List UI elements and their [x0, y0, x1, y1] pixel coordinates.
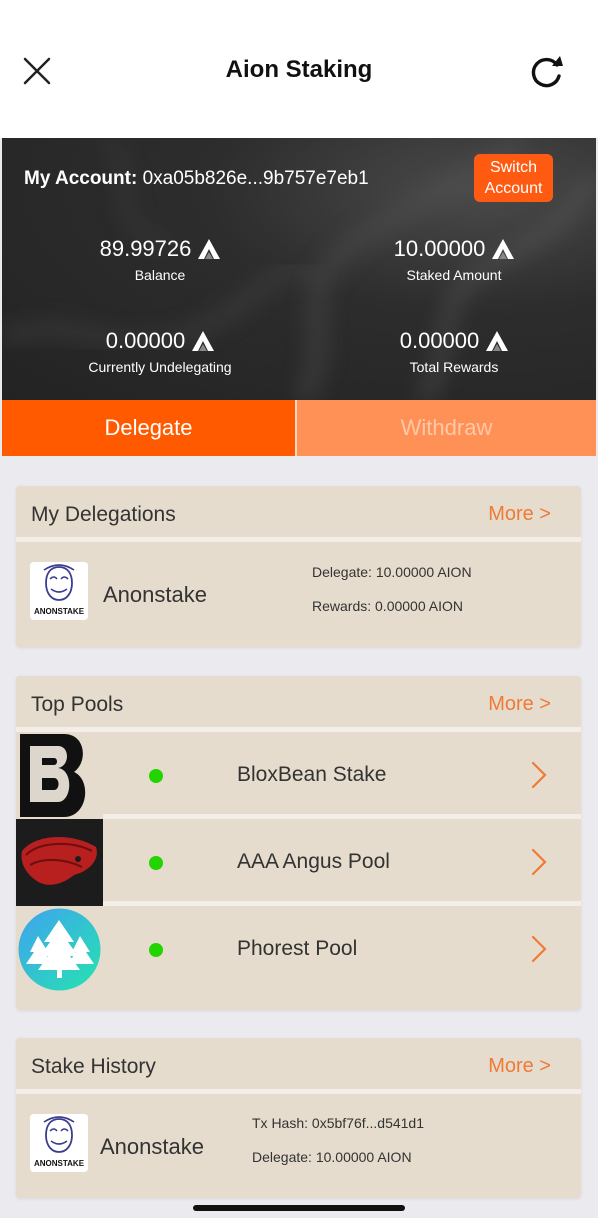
chevron-right-icon [531, 761, 547, 789]
history-tx-hash: Tx Hash: 0x5bf76f...d541d1 [252, 1115, 424, 1131]
undelegating-caption: Currently Undelegating [88, 359, 232, 375]
refresh-icon[interactable] [526, 54, 566, 90]
action-tabs: Delegate Withdraw [2, 400, 596, 456]
balance-caption: Balance [134, 267, 186, 283]
pool-name: BloxBean Stake [237, 763, 387, 786]
stake-history-more-link[interactable]: More > [488, 1055, 551, 1078]
aion-icon [198, 239, 221, 259]
pool-status-dot [149, 943, 163, 957]
anonstake-logo-icon: ANONSTAKE [30, 1114, 88, 1172]
delegation-row[interactable]: ANONSTAKE Anonstake Delegate: 10.00000 A… [16, 542, 581, 642]
account-address-line: My Account: 0xa05b826e...9b757e7eb1 [24, 168, 369, 190]
undelegating-stat: 0.00000 Currently Undelegating [35, 328, 285, 375]
bloxbean-logo-icon [16, 732, 103, 819]
delegation-amount: Delegate: 10.00000 AION [312, 564, 472, 580]
anonstake-logo-text: ANONSTAKE [34, 1159, 85, 1168]
stake-history-header: Stake History More > [16, 1038, 581, 1094]
home-indicator [193, 1205, 405, 1211]
anonstake-logo-text: ANONSTAKE [34, 607, 85, 616]
history-name: Anonstake [100, 1134, 204, 1159]
stake-history-title: Stake History [31, 1055, 156, 1078]
history-details: Tx Hash: 0x5bf76f...d541d1 Delegate: 10.… [252, 1106, 424, 1174]
staked-amount-caption: Staked Amount [406, 267, 502, 283]
top-pools-header: Top Pools More > [16, 676, 581, 732]
top-pools-card: Top Pools More > BloxBean Stake AAA Angu… [16, 676, 581, 1010]
my-delegations-header: My Delegations More > [16, 486, 581, 542]
switch-account-button[interactable]: Switch Account [474, 154, 553, 202]
pool-row-phorest[interactable]: Phorest Pool [16, 906, 581, 993]
pool-row-bloxbean[interactable]: BloxBean Stake [16, 732, 581, 819]
pool-row-aaa-angus[interactable]: AAA Angus Pool [16, 819, 581, 906]
my-delegations-title: My Delegations [31, 503, 176, 526]
aion-icon [486, 331, 509, 351]
app-header: Aion Staking [0, 0, 598, 138]
account-label: My Account: [24, 168, 138, 189]
chevron-right-icon [531, 848, 547, 876]
delegation-rewards: Rewards: 0.00000 AION [312, 598, 463, 614]
balance-stat: 89.99726 Balance [35, 236, 285, 283]
staked-amount-value: 10.00000 [393, 236, 486, 261]
switch-account-label-line1: Switch [489, 159, 538, 176]
pool-name: AAA Angus Pool [237, 850, 390, 873]
chevron-right-icon [531, 935, 547, 963]
account-address: 0xa05b826e...9b757e7eb1 [142, 168, 369, 189]
anonstake-logo-icon: ANONSTAKE [30, 562, 88, 620]
pool-name: Phorest Pool [237, 937, 358, 960]
undelegating-value: 0.00000 [105, 328, 186, 353]
delegation-details: Delegate: 10.00000 AION Rewards: 0.00000… [312, 555, 472, 623]
my-delegations-card: My Delegations More > ANONSTAKE Anonstak… [16, 486, 581, 647]
aaa-angus-logo-icon [16, 819, 103, 906]
pool-status-dot [149, 856, 163, 870]
top-pools-more-link[interactable]: More > [488, 693, 551, 716]
total-rewards-caption: Total Rewards [409, 359, 499, 375]
balance-value: 89.99726 [99, 236, 192, 261]
my-delegations-more-link[interactable]: More > [488, 503, 551, 526]
phorest-logo-icon [16, 906, 103, 993]
history-row[interactable]: ANONSTAKE Anonstake Tx Hash: 0x5bf76f...… [16, 1094, 581, 1194]
total-rewards-stat: 0.00000 Total Rewards [329, 328, 579, 375]
staked-amount-stat: 10.00000 Staked Amount [329, 236, 579, 283]
aion-icon [192, 331, 215, 351]
stake-history-card: Stake History More > ANONSTAKE Anonstake… [16, 1038, 581, 1198]
history-delegate-amount: Delegate: 10.00000 AION [252, 1149, 412, 1165]
tab-delegate[interactable]: Delegate [2, 400, 295, 456]
total-rewards-value: 0.00000 [399, 328, 480, 353]
top-pools-title: Top Pools [31, 693, 124, 716]
account-panel: My Account: 0xa05b826e...9b757e7eb1 Swit… [2, 138, 596, 400]
page-title: Aion Staking [225, 56, 373, 83]
switch-account-label-line2: Account [484, 180, 543, 197]
tab-withdraw[interactable]: Withdraw [297, 400, 596, 456]
delegation-name: Anonstake [103, 582, 207, 607]
aion-icon [492, 239, 515, 259]
pool-status-dot [149, 769, 163, 783]
